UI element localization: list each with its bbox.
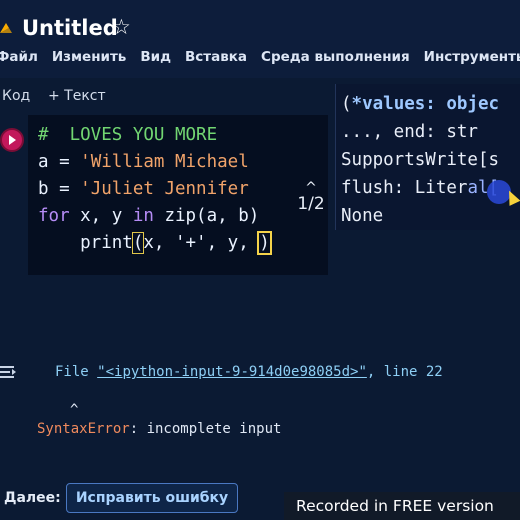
app-header: Untitled ☆ Файл Изменить Вид Вставка Сре… — [0, 0, 520, 78]
sig-line-1: *values: objec — [351, 94, 500, 114]
menu-item-edit[interactable]: Изменить — [52, 49, 126, 71]
menu-bar: Файл Изменить Вид Вставка Среда выполнен… — [0, 49, 520, 71]
code-keyword-for: for — [38, 206, 70, 226]
colab-window: Untitled ☆ Файл Изменить Вид Вставка Сре… — [0, 0, 520, 520]
fix-error-button[interactable]: Исправить ошибку — [66, 483, 238, 513]
sig-line-3: SupportsWrite[s — [341, 150, 500, 170]
signature-pager[interactable]: ^ 1/2 — [296, 181, 326, 214]
code-string-b: 'Juliet Jennifer — [80, 179, 249, 199]
code-open-paren: ( — [131, 232, 145, 254]
recording-watermark: Recorded in FREE version — [284, 492, 520, 520]
next-step-label: Далее: — [4, 490, 61, 506]
run-cell-icon[interactable] — [0, 128, 24, 152]
traceback-file-link[interactable]: "<ipython-input-9-914d0e98085d>" — [97, 364, 367, 380]
star-icon[interactable]: ☆ — [112, 15, 131, 39]
menu-item-runtime[interactable]: Среда выполнения — [261, 49, 410, 71]
error-text: : incomplete input — [129, 421, 282, 437]
error-caret: ^ — [70, 402, 79, 418]
traceback-file-line: File "<ipython-input-9-914d0e98085d>", l… — [55, 364, 443, 380]
code-keyword-in: in — [132, 206, 154, 226]
code-string-a: 'William Michael — [80, 152, 249, 172]
menu-item-view[interactable]: Вид — [140, 49, 171, 71]
sig-line-5: None — [341, 206, 384, 226]
error-type: SyntaxError — [37, 421, 130, 437]
code-editor[interactable]: # LOVES YOU MORE a = 'William Michael b … — [38, 122, 272, 257]
menu-item-insert[interactable]: Вставка — [185, 49, 247, 71]
sig-line-4: flush: Liter — [341, 178, 468, 198]
syntax-error-message: SyntaxError: incomplete input — [37, 421, 281, 437]
code-print: print — [38, 233, 133, 253]
sig-open-paren: ( — [341, 94, 352, 114]
code-line-a-prefix: a = — [38, 152, 81, 172]
add-text-button[interactable]: + Текст — [48, 88, 106, 104]
add-code-button[interactable]: Код — [2, 88, 30, 104]
code-line-b-prefix: b = — [38, 179, 81, 199]
play-icon — [9, 135, 16, 145]
code-for-vars: x, y — [69, 206, 133, 226]
menu-item-file[interactable]: Файл — [0, 49, 38, 71]
text-cursor: ) — [257, 231, 272, 255]
chevron-up-icon[interactable]: ^ — [296, 181, 326, 195]
code-print-args: x, '+', y, — [143, 233, 260, 253]
output-menu-icon[interactable] — [0, 365, 18, 379]
sig-line-2: ..., end: str — [341, 122, 489, 142]
code-zip-call: zip(a, b) — [153, 206, 260, 226]
pager-count: 1/2 — [297, 194, 325, 214]
code-comment: # LOVES YOU MORE — [38, 125, 218, 145]
signature-text: (*values: objec ..., end: str SupportsWr… — [341, 90, 499, 230]
notebook-title[interactable]: Untitled — [22, 16, 118, 40]
menu-item-tools[interactable]: Инструменты — [424, 49, 520, 71]
file-prefix: File — [55, 364, 98, 380]
file-line-number: , line 22 — [366, 364, 443, 380]
colab-logo-icon[interactable] — [0, 20, 18, 36]
